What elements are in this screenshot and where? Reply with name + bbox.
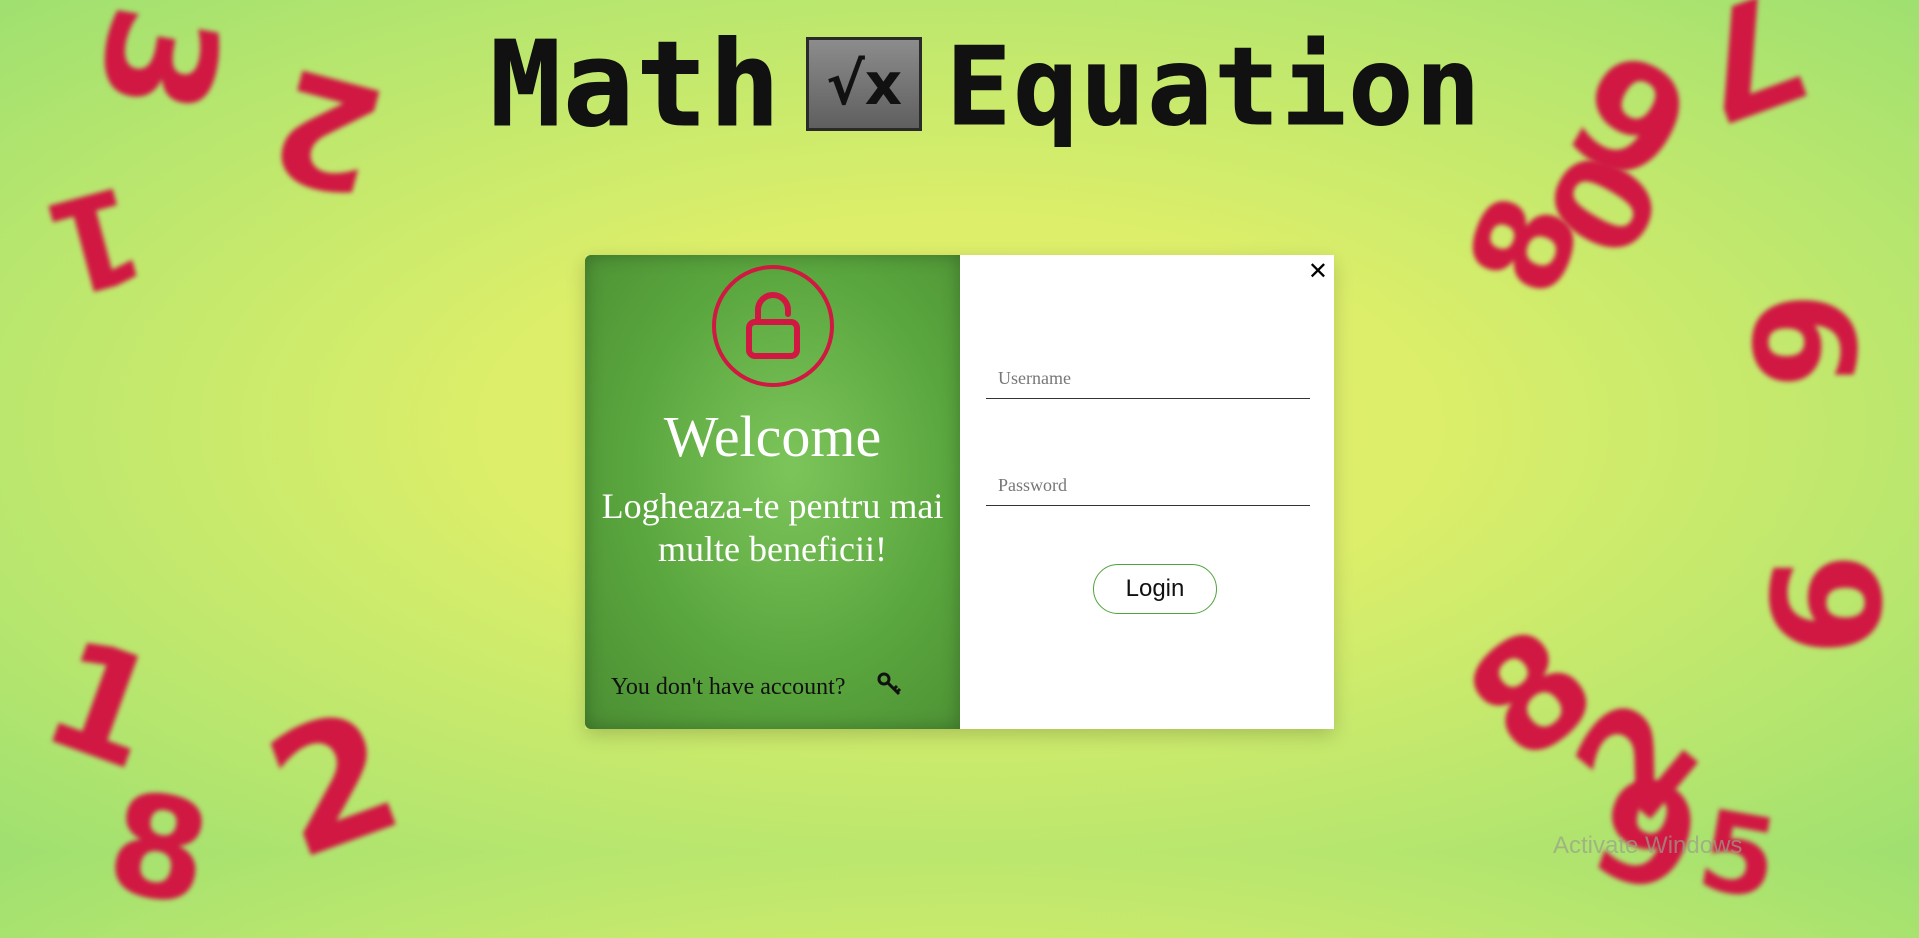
bg-digit: 2 <box>244 671 424 899</box>
bg-digit: 9 <box>1726 291 1890 389</box>
login-modal: Welcome Logheaza-te pentru mai multe ben… <box>585 255 1334 729</box>
password-input[interactable] <box>986 466 1310 506</box>
logo-word-equation: Equation <box>946 24 1483 150</box>
bg-digit: 9 <box>1735 552 1910 658</box>
key-icon[interactable] <box>876 671 902 704</box>
welcome-heading: Welcome <box>663 404 882 469</box>
activate-windows-watermark: Activate Windows <box>1553 832 1743 859</box>
login-form-panel: ✕ Login <box>960 255 1334 729</box>
username-input[interactable] <box>986 359 1310 399</box>
close-icon[interactable]: ✕ <box>1308 257 1328 285</box>
bg-digit: 2 <box>254 32 401 228</box>
register-link-label: You don't have account? <box>611 674 846 700</box>
unlock-icon <box>712 265 834 387</box>
welcome-panel: Welcome Logheaza-te pentru mai multe ben… <box>585 255 960 729</box>
bg-digit: 1 <box>31 154 159 326</box>
register-link[interactable]: You don't have account? <box>611 671 902 704</box>
logo-word-math: Math <box>489 15 783 154</box>
sqrt-x-icon: √x <box>806 37 923 131</box>
bg-digit: 3 <box>62 0 252 127</box>
login-button[interactable]: Login <box>1093 564 1217 614</box>
welcome-subtitle: Logheaza-te pentru mai multe beneficii! <box>601 486 944 569</box>
app-logo: Math √x Equation <box>489 4 1483 164</box>
